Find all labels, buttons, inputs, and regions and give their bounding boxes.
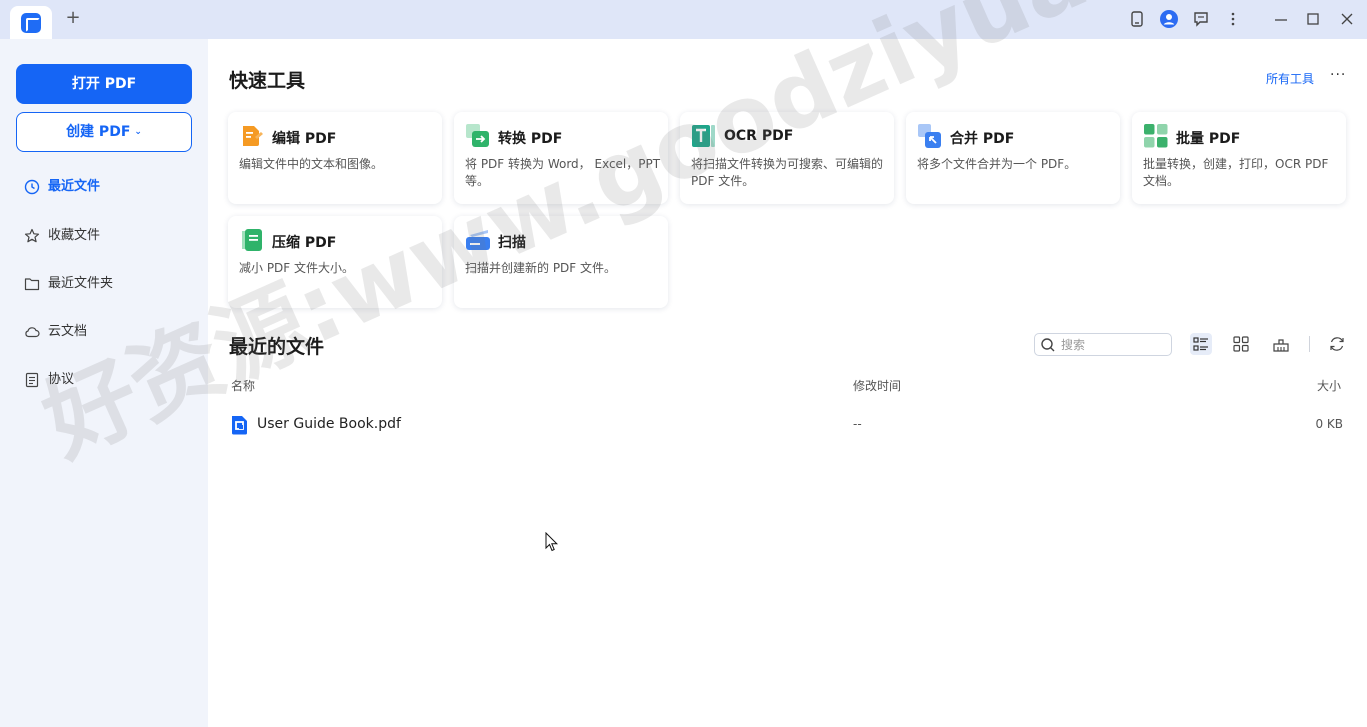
file-modified-time: -- <box>853 417 862 431</box>
tool-card-scan[interactable]: 扫描 扫描并创建新的 PDF 文件。 <box>454 216 668 308</box>
tool-card-compress-pdf[interactable]: 压缩 PDF 减小 PDF 文件大小。 <box>228 216 442 308</box>
batch-pdf-icon <box>1144 124 1168 148</box>
mouse-cursor-icon <box>545 531 559 552</box>
list-view-icon <box>1190 337 1212 359</box>
create-pdf-button[interactable]: 创建 PDF ⌄ <box>16 112 192 152</box>
refresh-button[interactable] <box>1326 333 1348 355</box>
tool-card-description: 将 PDF 转换为 Word， Excel，PPT等。 <box>465 157 661 188</box>
tool-card-description: 减小 PDF 文件大小。 <box>239 261 355 275</box>
star-icon <box>24 227 40 245</box>
convert-pdf-icon <box>466 124 490 148</box>
main-content: 快速工具 所有工具 ··· 编辑 PDF 编辑文件中的文本和图像。 转换 PDF… <box>208 39 1367 727</box>
folder-icon <box>24 275 40 293</box>
quick-tools-title: 快速工具 <box>229 70 306 92</box>
sidebar-item-label: 收藏文件 <box>48 228 101 243</box>
maximize-icon[interactable] <box>1304 10 1322 28</box>
cloud-icon <box>24 323 40 341</box>
tool-card-title: 编辑 PDF <box>272 131 337 147</box>
file-size: 0 KB <box>1315 417 1343 431</box>
sidebar-item-recent-folders[interactable]: 最近文件夹 <box>24 274 194 294</box>
search-placeholder: 搜索 <box>1061 338 1086 352</box>
close-icon[interactable] <box>1338 10 1356 28</box>
tool-card-title: 合并 PDF <box>950 131 1015 147</box>
file-name: User Guide Book.pdf <box>257 416 401 432</box>
grid-view-icon <box>1230 336 1252 359</box>
column-header-modified[interactable]: 修改时间 <box>853 377 901 394</box>
tool-card-description: 批量转换，创建，打印，OCR PDF 文档。 <box>1143 157 1329 188</box>
search-input[interactable]: 搜索 <box>1034 333 1172 356</box>
tool-card-title: 扫描 <box>498 235 526 251</box>
sidebar-item-cloud-documents[interactable]: 云文档 <box>24 322 194 342</box>
column-header-name[interactable]: 名称 <box>231 377 255 394</box>
new-tab-button[interactable]: + <box>64 9 82 27</box>
create-pdf-label: 创建 PDF <box>66 124 131 140</box>
edit-pdf-icon <box>240 124 264 148</box>
feedback-icon[interactable] <box>1192 10 1210 28</box>
tool-card-ocr-pdf[interactable]: OCR PDF 将扫描文件转换为可搜索、可编辑的 PDF 文件。 <box>680 112 894 204</box>
table-row[interactable]: User Guide Book.pdf -- 0 KB <box>228 412 1343 438</box>
sidebar-item-label: 最近文件夹 <box>48 276 114 291</box>
tool-card-description: 将多个文件合并为一个 PDF。 <box>917 157 1077 171</box>
document-icon <box>24 371 40 389</box>
list-view-button[interactable] <box>1190 333 1212 355</box>
ocr-pdf-icon <box>692 124 716 148</box>
tool-card-title: 压缩 PDF <box>272 235 337 251</box>
tool-card-combine-pdf[interactable]: 合并 PDF 将多个文件合并为一个 PDF。 <box>906 112 1120 204</box>
sidebar: 打开 PDF 创建 PDF ⌄ 最近文件 收藏文件 最近文件夹 云文档 协议 <box>0 39 208 727</box>
all-tools-link[interactable]: 所有工具 <box>1266 70 1314 87</box>
title-bar: + <box>0 0 1367 39</box>
tool-card-title: 批量 PDF <box>1176 131 1241 147</box>
column-header-size[interactable]: 大小 <box>1317 377 1341 394</box>
tool-card-title: OCR PDF <box>724 128 794 144</box>
home-tab[interactable] <box>10 6 52 39</box>
chevron-down-icon: ⌄ <box>134 127 142 137</box>
clear-history-button[interactable] <box>1270 333 1292 355</box>
sidebar-item-agreements[interactable]: 协议 <box>24 370 194 390</box>
more-options-icon[interactable]: ··· <box>1330 67 1346 83</box>
tool-card-batch-pdf[interactable]: 批量 PDF 批量转换，创建，打印，OCR PDF 文档。 <box>1132 112 1346 204</box>
app-logo-icon <box>21 13 41 33</box>
tool-card-description: 编辑文件中的文本和图像。 <box>239 157 384 171</box>
scan-icon <box>466 228 490 252</box>
tablet-icon[interactable] <box>1128 10 1146 28</box>
sidebar-item-starred-files[interactable]: 收藏文件 <box>24 226 194 246</box>
sidebar-item-label: 最近文件 <box>48 179 101 194</box>
broom-icon <box>1270 339 1292 359</box>
tool-card-convert-pdf[interactable]: 转换 PDF 将 PDF 转换为 Word， Excel，PPT等。 <box>454 112 668 204</box>
recent-files-title: 最近的文件 <box>229 336 325 358</box>
tool-card-title: 转换 PDF <box>498 131 563 147</box>
minimize-icon[interactable] <box>1272 10 1290 28</box>
sidebar-item-label: 云文档 <box>48 324 88 339</box>
account-icon[interactable] <box>1160 10 1178 28</box>
clock-icon <box>24 178 40 196</box>
toolbar-divider <box>1309 336 1310 352</box>
more-vertical-icon[interactable] <box>1224 10 1242 28</box>
compress-pdf-icon <box>240 228 264 252</box>
refresh-icon <box>1326 337 1348 359</box>
pdf-file-icon <box>231 415 248 435</box>
grid-view-button[interactable] <box>1230 333 1252 355</box>
sidebar-item-label: 协议 <box>48 372 75 387</box>
sidebar-item-recent-files[interactable]: 最近文件 <box>24 177 194 197</box>
tool-card-description: 扫描并创建新的 PDF 文件。 <box>465 261 617 275</box>
search-icon <box>1040 337 1056 353</box>
combine-pdf-icon <box>918 124 942 148</box>
tool-card-description: 将扫描文件转换为可搜索、可编辑的 PDF 文件。 <box>691 157 884 188</box>
open-pdf-button[interactable]: 打开 PDF <box>16 64 192 104</box>
tool-card-edit-pdf[interactable]: 编辑 PDF 编辑文件中的文本和图像。 <box>228 112 442 204</box>
